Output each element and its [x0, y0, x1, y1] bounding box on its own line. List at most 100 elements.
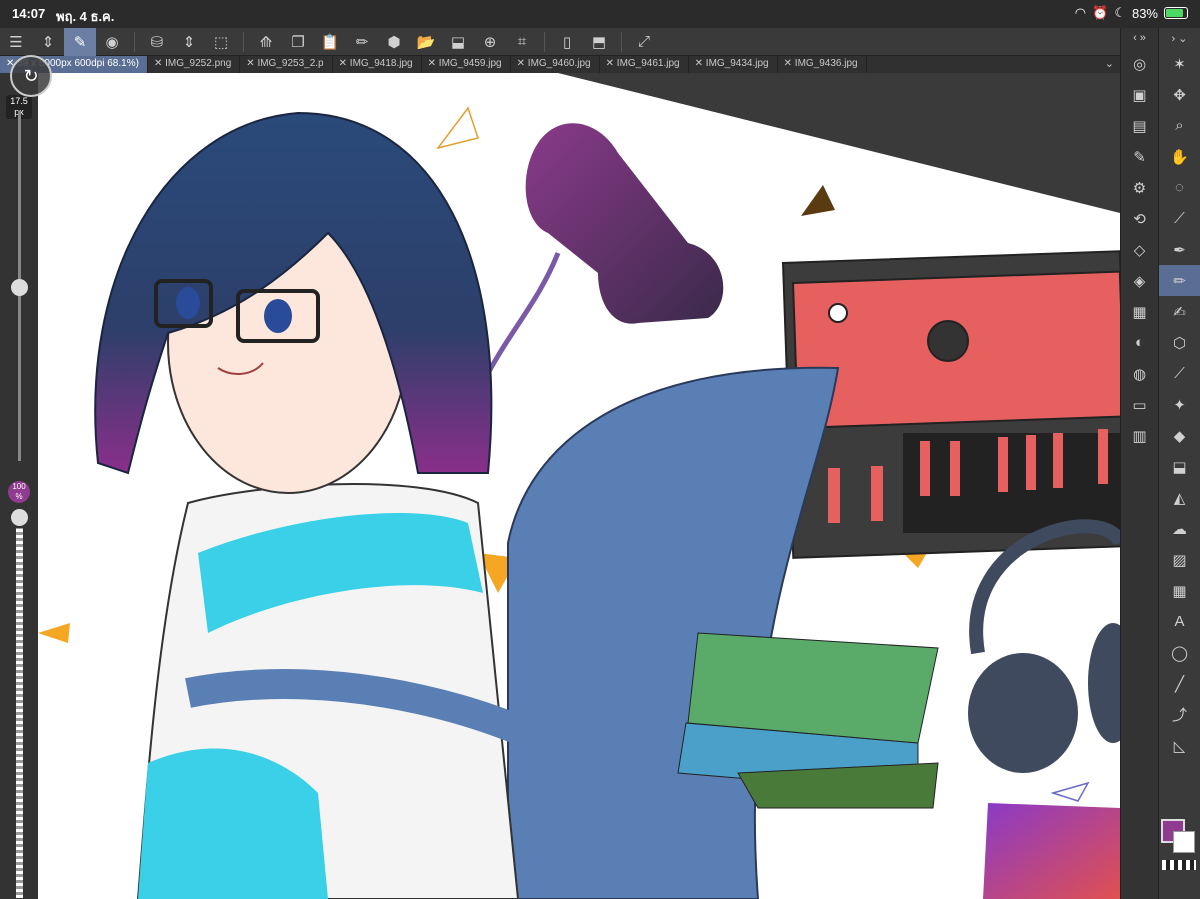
color-set-icon[interactable]: ▦ — [1121, 296, 1158, 327]
synth-slider — [828, 468, 840, 523]
battery-icon — [1164, 7, 1188, 19]
eye — [264, 299, 292, 333]
pencil-icon[interactable]: ✏ — [1159, 265, 1200, 296]
lasso-icon[interactable]: ◌ — [1159, 172, 1200, 203]
panel-menu-icon[interactable]: › ⌄ — [1159, 28, 1200, 48]
tab[interactable]: ✕ IMG_9460.jpg — [511, 56, 600, 73]
device-icon[interactable]: ▯ — [551, 28, 583, 56]
3d-icon[interactable]: ⬡ — [1159, 327, 1200, 358]
clock: 14:07 — [12, 6, 46, 21]
top-toolbar: ☰ ⇕ ✎ ◉ ⛁ ⇕ ⬚ ⟰ ❐ 📋 ✏ ⬢ 📂 ⬓ ⊕ ⌗ ▯ ⬒ ⤢ — [0, 27, 1120, 56]
opacity-slider-thumb[interactable] — [11, 509, 28, 526]
drawing-canvas[interactable] — [38, 73, 1120, 899]
tab[interactable]: ✕ IMG_9253_2.p — [240, 56, 333, 73]
pen-icon[interactable]: ✏ — [346, 28, 378, 56]
blend-icon[interactable]: ⬓ — [1159, 451, 1200, 482]
export-icon[interactable]: ⬓ — [442, 28, 474, 56]
material-icon[interactable]: ▭ — [1121, 389, 1158, 420]
text-icon[interactable]: A — [1159, 606, 1200, 637]
updown-icon[interactable]: ⇕ — [32, 28, 64, 56]
tab[interactable]: ✕ IMG_9252.png — [148, 56, 241, 73]
crop2-icon[interactable]: ⬒ — [583, 28, 615, 56]
transparent-color-swatch[interactable] — [1162, 860, 1196, 870]
brush-icon[interactable]: ✎ — [1121, 141, 1158, 172]
color-mixing-icon[interactable]: ◐ — [1121, 327, 1158, 358]
frame-icon[interactable]: ▦ — [1159, 575, 1200, 606]
eyedropper-icon[interactable]: ⟋ — [1159, 203, 1200, 234]
sparkle-icon[interactable]: ✦ — [1159, 389, 1200, 420]
hand-icon[interactable]: ✋ — [1159, 141, 1200, 172]
eraser-icon[interactable]: ◆ — [1159, 420, 1200, 451]
synth-keys — [903, 433, 1120, 533]
menu-icon[interactable]: ☰ — [0, 28, 32, 56]
confetti — [38, 623, 70, 643]
backpack — [507, 366, 840, 899]
vector-icon[interactable]: ⤴ — [1159, 699, 1200, 730]
brush-icon[interactable]: ✍ — [1159, 296, 1200, 327]
paste-icon[interactable]: 📋 — [314, 28, 346, 56]
divider — [243, 31, 244, 52]
expand-icon[interactable]: ⤢ — [628, 28, 660, 56]
copy-icon[interactable]: ❐ — [282, 28, 314, 56]
timeline-icon[interactable]: ▥ — [1121, 420, 1158, 451]
layers-icon[interactable]: ◇ — [1121, 234, 1158, 265]
figure-icon[interactable]: ◺ — [1159, 730, 1200, 761]
bucket-icon[interactable]: ⛁ — [141, 28, 173, 56]
tab[interactable]: ✕ IMG_9436.jpg — [778, 56, 867, 73]
select-icon[interactable]: ⬚ — [205, 28, 237, 56]
eye — [176, 287, 200, 319]
panel-collapse-icon[interactable]: ‹ » — [1121, 28, 1158, 48]
tab-label: IMG_9253_2.p — [257, 58, 324, 69]
updown2-icon[interactable]: ⇕ — [173, 28, 205, 56]
edit-tool-icon[interactable]: ✎ — [64, 27, 96, 56]
properties-icon[interactable]: ▤ — [1121, 110, 1158, 141]
layer-icon[interactable]: ◉ — [96, 28, 128, 56]
blur-icon[interactable]: ☁ — [1159, 513, 1200, 544]
fill-icon[interactable]: ◭ — [1159, 482, 1200, 513]
magic-wand-icon[interactable]: ✶ — [1159, 48, 1200, 79]
layer-property-icon[interactable]: ◈ — [1121, 265, 1158, 296]
tab[interactable]: ✕ IMG_9418.jpg — [333, 56, 422, 73]
crop-icon[interactable]: ⌗ — [506, 28, 538, 56]
airbrush-icon[interactable]: ⟋ — [1159, 358, 1200, 389]
poster-letters — [983, 803, 1120, 899]
gradient-icon[interactable]: ▨ — [1159, 544, 1200, 575]
brush-size-slider-thumb[interactable] — [11, 279, 28, 296]
artwork — [38, 73, 1120, 899]
chevron-down-icon[interactable]: ⌄ — [1105, 57, 1114, 70]
line-icon[interactable]: ╱ — [1159, 668, 1200, 699]
tab-label: IMG_9460.jpg — [527, 58, 591, 69]
tab-label: IMG_9461.jpg — [616, 58, 680, 69]
headphones-cup — [968, 653, 1078, 773]
tab-label: IMG_9434.jpg — [705, 58, 769, 69]
document-tabs: ✕ 89 x 5000px 600dpi 68.1%) ✕ IMG_9252.p… — [0, 56, 1120, 73]
game-controller — [525, 123, 724, 324]
pen-icon[interactable]: ✒ — [1159, 234, 1200, 265]
move-icon[interactable]: ✥ — [1159, 79, 1200, 110]
confetti — [1050, 781, 1090, 802]
tab[interactable]: ✕ IMG_9461.jpg — [600, 56, 689, 73]
undo-floating-button[interactable]: ↻ — [10, 55, 52, 97]
tab-label: IMG_9459.jpg — [438, 58, 502, 69]
synth-slider — [871, 466, 883, 521]
new-layer-icon[interactable]: ⊕ — [474, 28, 506, 56]
sliders-icon[interactable]: ⚙ — [1121, 172, 1158, 203]
tab-label: IMG_9436.jpg — [794, 58, 858, 69]
synth-knob — [828, 303, 848, 323]
balloon-icon[interactable]: ◯ — [1159, 637, 1200, 668]
zoom-icon[interactable]: ⌕ — [1159, 110, 1200, 141]
background-color-swatch[interactable] — [1173, 831, 1195, 853]
opacity-slider-track[interactable] — [16, 528, 23, 898]
tab[interactable]: ✕ IMG_9459.jpg — [422, 56, 511, 73]
fill-icon[interactable]: ⬢ — [378, 28, 410, 56]
tab[interactable]: ✕ IMG_9434.jpg — [689, 56, 778, 73]
history-icon[interactable]: ⟲ — [1121, 203, 1158, 234]
controller-cable — [480, 252, 561, 385]
date: พฤ. 4 ธ.ค. — [56, 9, 115, 24]
tab-label: IMG_9252.png — [165, 58, 232, 69]
folder-icon[interactable]: 📂 — [410, 28, 442, 56]
transform-icon[interactable]: ⟰ — [250, 28, 282, 56]
navigator-icon[interactable]: ◎ — [1121, 48, 1158, 79]
color-wheel-icon[interactable]: ◍ — [1121, 358, 1158, 389]
sub-view-icon[interactable]: ▣ — [1121, 79, 1158, 110]
